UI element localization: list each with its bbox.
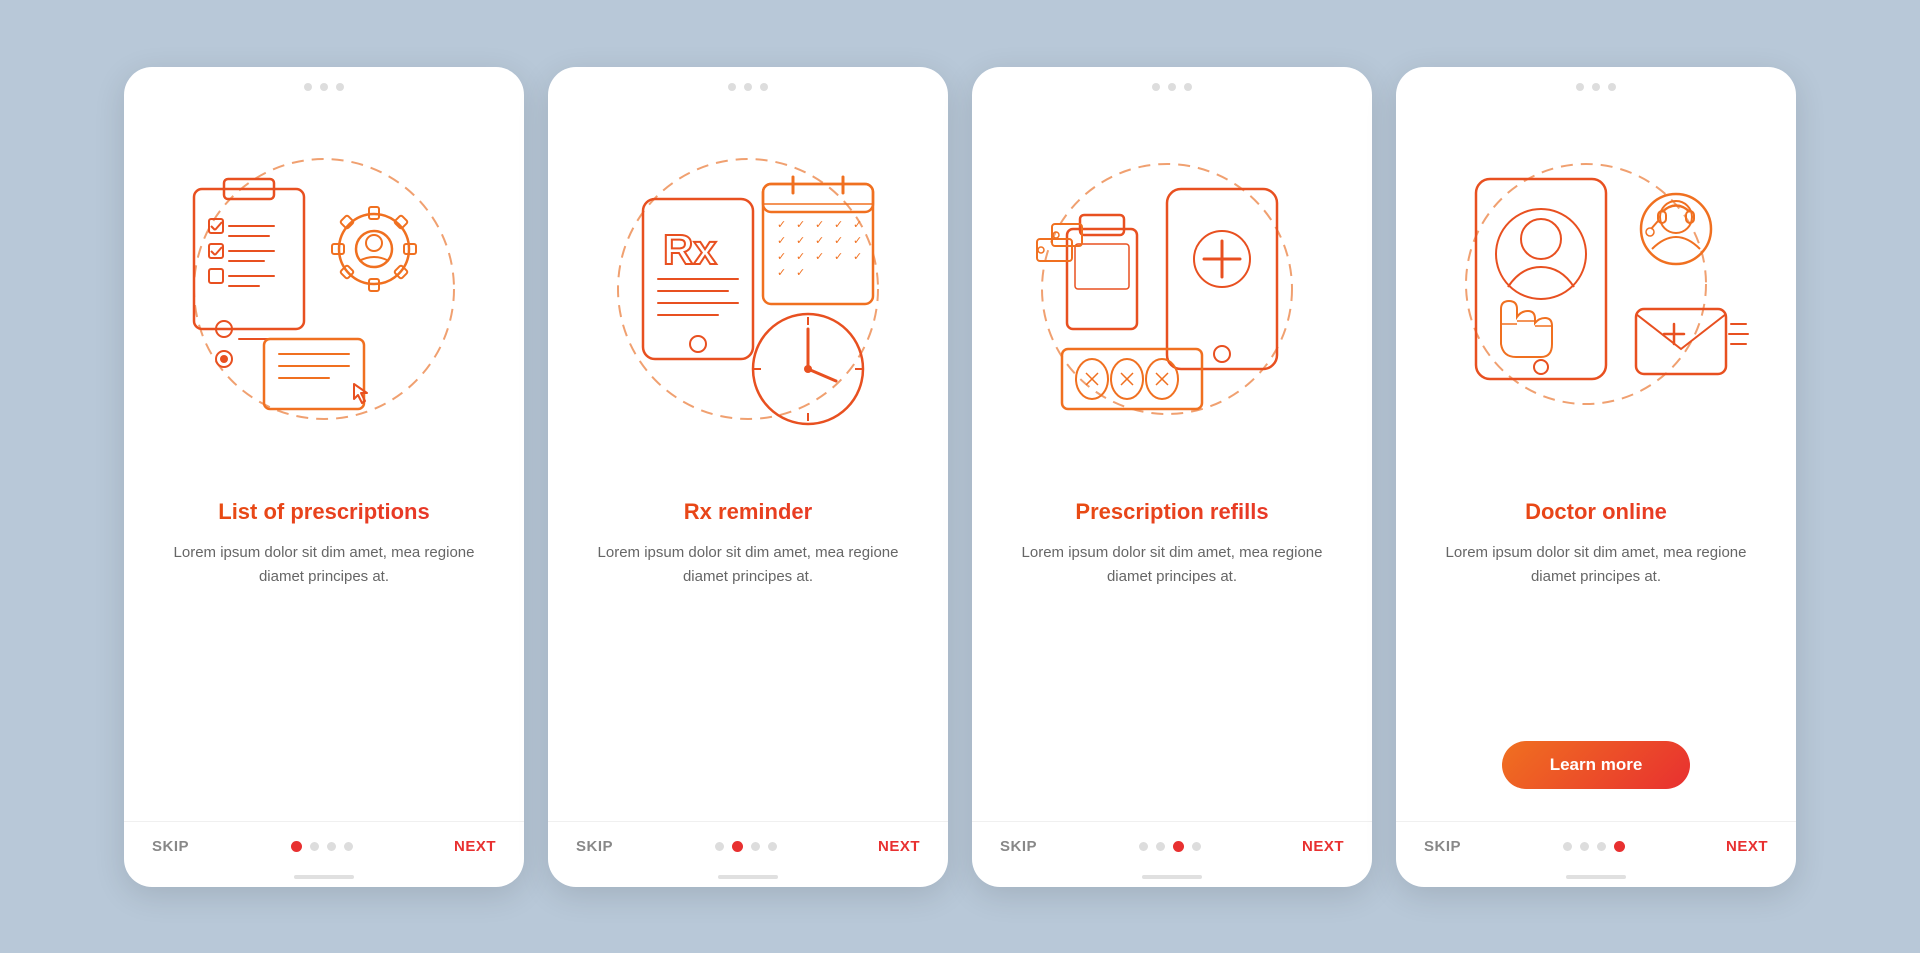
svg-text:✓: ✓ — [853, 219, 862, 231]
card-desc-doctor: Lorem ipsum dolor sit dim amet, mea regi… — [1428, 541, 1764, 725]
progress-bar-reminder — [718, 875, 778, 879]
cards-container: List of prescriptions Lorem ipsum dolor … — [84, 27, 1836, 927]
dot-1 — [715, 842, 724, 851]
dot-1 — [1139, 842, 1148, 851]
dot-1 — [291, 841, 302, 852]
card-reminder: Rx ✓ ✓ ✓ ✓ ✓ — [548, 67, 948, 887]
dot-2 — [1156, 842, 1165, 851]
next-button-doctor[interactable]: NEXT — [1726, 838, 1768, 855]
next-button-prescriptions[interactable]: NEXT — [454, 838, 496, 855]
top-dot — [336, 83, 344, 91]
svg-text:✓: ✓ — [796, 267, 805, 279]
top-dot — [320, 83, 328, 91]
card-desc-reminder: Lorem ipsum dolor sit dim amet, mea regi… — [580, 541, 916, 805]
illustration-refills — [972, 99, 1372, 479]
card-title-prescriptions: List of prescriptions — [156, 499, 492, 525]
next-button-reminder[interactable]: NEXT — [878, 838, 920, 855]
card-footer-refills: SKIP NEXT — [972, 821, 1372, 875]
card-footer-prescriptions: SKIP NEXT — [124, 821, 524, 875]
svg-text:✓: ✓ — [853, 251, 862, 263]
top-dot — [728, 83, 736, 91]
pagination-dots-refills — [1139, 841, 1201, 852]
svg-text:✓: ✓ — [834, 219, 843, 231]
card-content-prescriptions: List of prescriptions Lorem ipsum dolor … — [124, 479, 524, 821]
dot-3 — [327, 842, 336, 851]
svg-text:✓: ✓ — [777, 267, 786, 279]
card-desc-refills: Lorem ipsum dolor sit dim amet, mea regi… — [1004, 541, 1340, 805]
illustration-reminder: Rx ✓ ✓ ✓ ✓ ✓ — [548, 99, 948, 479]
svg-text:✓: ✓ — [815, 251, 824, 263]
top-dot — [1152, 83, 1160, 91]
card-content-reminder: Rx reminder Lorem ipsum dolor sit dim am… — [548, 479, 948, 821]
card-title-reminder: Rx reminder — [580, 499, 916, 525]
top-dot — [304, 83, 312, 91]
top-dot — [760, 83, 768, 91]
top-dot — [1608, 83, 1616, 91]
pagination-dots-reminder — [715, 841, 777, 852]
svg-text:✓: ✓ — [777, 251, 786, 263]
illustration-doctor — [1396, 99, 1796, 479]
top-dot — [744, 83, 752, 91]
card-doctor: Doctor online Lorem ipsum dolor sit dim … — [1396, 67, 1796, 887]
top-dot — [1576, 83, 1584, 91]
card-top-indicator — [1396, 67, 1796, 99]
card-top-indicator — [548, 67, 948, 99]
svg-text:✓: ✓ — [777, 235, 786, 247]
dot-4 — [344, 842, 353, 851]
top-dot — [1168, 83, 1176, 91]
card-footer-doctor: SKIP NEXT — [1396, 821, 1796, 875]
svg-text:✓: ✓ — [796, 251, 805, 263]
svg-text:✓: ✓ — [834, 235, 843, 247]
skip-button-reminder[interactable]: SKIP — [576, 838, 613, 855]
pagination-dots-prescriptions — [291, 841, 353, 852]
dot-4 — [1614, 841, 1625, 852]
svg-text:✓: ✓ — [834, 251, 843, 263]
dot-2 — [1580, 842, 1589, 851]
card-content-doctor: Doctor online Lorem ipsum dolor sit dim … — [1396, 479, 1796, 821]
card-top-indicator — [124, 67, 524, 99]
skip-button-prescriptions[interactable]: SKIP — [152, 838, 189, 855]
dot-3 — [751, 842, 760, 851]
progress-bar-refills — [1142, 875, 1202, 879]
card-title-refills: Prescription refills — [1004, 499, 1340, 525]
progress-bar-doctor — [1566, 875, 1626, 879]
dot-4 — [1192, 842, 1201, 851]
svg-text:✓: ✓ — [777, 219, 786, 231]
card-desc-prescriptions: Lorem ipsum dolor sit dim amet, mea regi… — [156, 541, 492, 805]
svg-text:✓: ✓ — [796, 219, 805, 231]
dot-3 — [1597, 842, 1606, 851]
top-dot — [1592, 83, 1600, 91]
card-prescriptions: List of prescriptions Lorem ipsum dolor … — [124, 67, 524, 887]
svg-text:Rx: Rx — [663, 226, 717, 273]
progress-bar-prescriptions — [294, 875, 354, 879]
dot-4 — [768, 842, 777, 851]
learn-more-button[interactable]: Learn more — [1502, 741, 1691, 789]
svg-text:✓: ✓ — [853, 235, 862, 247]
svg-text:✓: ✓ — [796, 235, 805, 247]
card-top-indicator — [972, 67, 1372, 99]
dot-2 — [310, 842, 319, 851]
top-dot — [1184, 83, 1192, 91]
card-title-doctor: Doctor online — [1428, 499, 1764, 525]
dot-1 — [1563, 842, 1572, 851]
skip-button-refills[interactable]: SKIP — [1000, 838, 1037, 855]
card-footer-reminder: SKIP NEXT — [548, 821, 948, 875]
illustration-prescriptions — [124, 99, 524, 479]
dot-2 — [732, 841, 743, 852]
skip-button-doctor[interactable]: SKIP — [1424, 838, 1461, 855]
card-content-refills: Prescription refills Lorem ipsum dolor s… — [972, 479, 1372, 821]
next-button-refills[interactable]: NEXT — [1302, 838, 1344, 855]
pagination-dots-doctor — [1563, 841, 1625, 852]
card-refills: Prescription refills Lorem ipsum dolor s… — [972, 67, 1372, 887]
svg-text:✓: ✓ — [815, 219, 824, 231]
svg-text:✓: ✓ — [815, 235, 824, 247]
dot-3 — [1173, 841, 1184, 852]
